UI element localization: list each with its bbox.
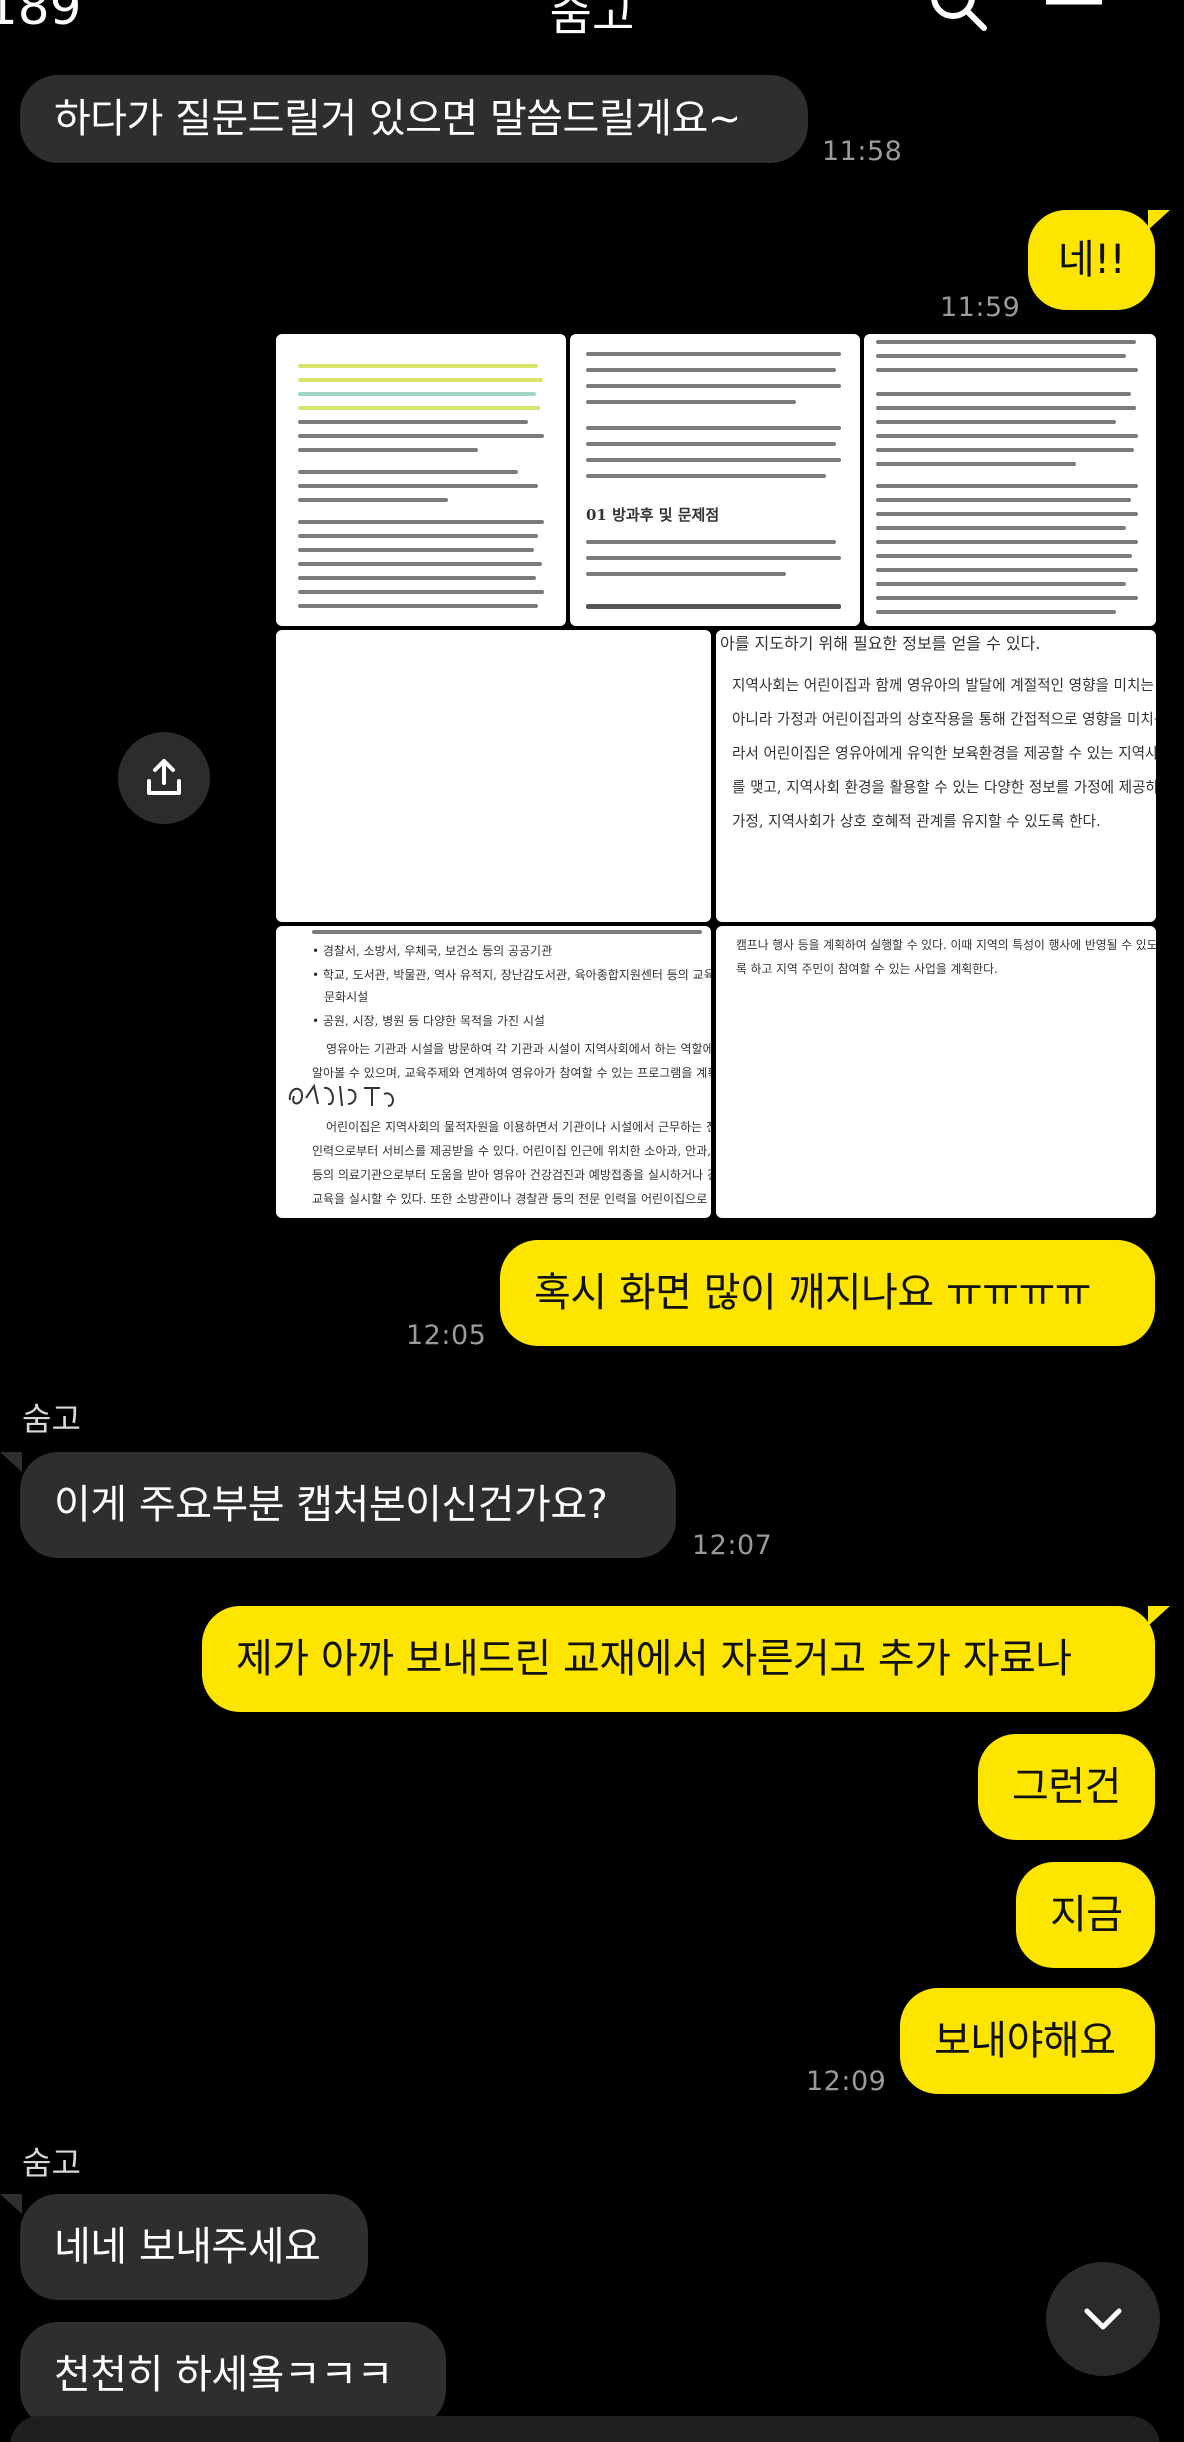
message-text: 혹시 화면 많이 깨지나요 ㅠㅠㅠㅠ — [534, 1270, 1092, 1316]
message-bubble-incoming[interactable]: 네네 보내주세요 — [20, 2194, 368, 2300]
message-time: 11:58 — [822, 136, 903, 167]
message-bubble-outgoing[interactable]: 혹시 화면 많이 깨지나요 ㅠㅠㅠㅠ — [500, 1240, 1155, 1346]
photo-text-line: 교육을 실시할 수 있다. 또한 소방관이나 경찰관 등의 전문 인력을 어린이… — [312, 1192, 711, 1206]
bubble-tail — [1148, 210, 1170, 230]
photo-heading: 01 방과후 및 문제점 — [586, 506, 720, 524]
chat-title: 숨고 — [549, 0, 635, 41]
photo-thumbnail[interactable]: 01 방과후 및 문제점 — [570, 334, 860, 626]
share-icon — [147, 759, 181, 795]
photo-text-line: 가정, 지역사회가 상호 호혜적 관계를 유지할 수 있도록 한다. — [732, 813, 1101, 830]
photo-text-line: 록 하고 지역 주민이 참여할 수 있는 사업을 계획한다. — [736, 962, 998, 976]
search-icon[interactable] — [928, 0, 990, 38]
photo-thumbnail[interactable] — [276, 334, 566, 626]
message-time: 12:05 — [406, 1320, 487, 1351]
photo-thumbnail[interactable] — [276, 630, 711, 922]
photo-text-line: 문화시설 — [324, 990, 369, 1004]
share-button[interactable] — [118, 732, 210, 824]
message-text: 하다가 질문드릴거 있으면 말씀드릴게요~ — [54, 96, 741, 142]
message-text: 그런건 — [1012, 1764, 1121, 1810]
message-time: 11:59 — [940, 292, 1021, 323]
message-bubble-outgoing[interactable]: 그런건 — [978, 1734, 1155, 1840]
photo-thumbnail[interactable]: 아를 지도하기 위해 필요한 정보를 얻을 수 있다. 지역사회는 어린이집과 … — [716, 630, 1156, 922]
photo-text-line: 라서 어린이집은 영유아에게 유익한 보육환경을 제공할 수 있는 지역사회와 … — [732, 745, 1156, 762]
message-text: 제가 아까 보내드린 교재에서 자른거고 추가 자료나 — [236, 1636, 1072, 1682]
message-text: 네!! — [1057, 237, 1126, 283]
photo-thumbnail[interactable]: 캠프나 행사 등을 계획하여 실행할 수 있다. 이때 지역의 특성이 행사에 … — [716, 926, 1156, 1218]
message-time: 12:09 — [806, 2066, 887, 2097]
photo-thumbnail[interactable]: • 경찰서, 소방서, 우체국, 보건소 등의 공공기관 • 학교, 도서관, … — [276, 926, 711, 1218]
photo-text-line: 지역사회는 어린이집과 함께 영유아의 발달에 계절적인 영향을 미치는 환경일… — [732, 677, 1156, 694]
hamburger-menu-icon[interactable] — [1042, 0, 1106, 38]
message-text: 이게 주요부분 캡처본이신건가요? — [54, 1482, 608, 1528]
message-bubble-incoming[interactable]: 천천히 하세욬ㅋㅋㅋ — [20, 2322, 446, 2428]
photo-text-line: 아니라 가정과 어린이집과의 상호작용을 통해 간접적으로 영향을 미치는 환경… — [732, 711, 1156, 728]
photo-thumbnail[interactable] — [864, 334, 1156, 626]
message-bubble-outgoing[interactable]: 지금 — [1016, 1862, 1155, 1968]
message-text: 지금 — [1050, 1892, 1123, 1938]
photo-text-line: 인력으로부터 서비스를 제공받을 수 있다. 어린이집 인근에 위치한 소아과,… — [312, 1144, 711, 1158]
photo-text-line: 캠프나 행사 등을 계획하여 실행할 수 있다. 이때 지역의 특성이 행사에 … — [736, 938, 1156, 952]
bubble-tail — [0, 1452, 22, 1472]
photo-text-line: 어린이집은 지역사회의 물적자원을 이용하면서 기관이나 시설에서 근무하는 전… — [326, 1120, 711, 1134]
message-bubble-outgoing[interactable]: 보내야해요 — [900, 1988, 1155, 2094]
message-text: 네네 보내주세요 — [54, 2224, 321, 2270]
message-time: 12:07 — [692, 1530, 773, 1561]
photo-text-line: • 경찰서, 소방서, 우체국, 보건소 등의 공공기관 — [312, 944, 553, 958]
photo-text-line: • 학교, 도서관, 박물관, 역사 유적지, 장난감도서관, 육아종합지원센터… — [312, 968, 711, 982]
message-bubble-incoming[interactable]: 이게 주요부분 캡처본이신건가요? — [20, 1452, 676, 1558]
bubble-tail — [0, 2194, 22, 2214]
message-bubble-outgoing[interactable]: 네!! — [1028, 210, 1155, 310]
bubble-tail — [1148, 1606, 1170, 1626]
photo-text-line: 아를 지도하기 위해 필요한 정보를 얻을 수 있다. — [720, 634, 1041, 653]
photo-text-line: 영유아는 기관과 시설을 방문하여 각 기관과 시설이 지역사회에서 하는 역할… — [326, 1042, 711, 1056]
sender-name: 숨고 — [22, 2144, 81, 2182]
photo-text-line: • 공원, 시장, 병원 등 다양한 목적을 가진 시설 — [312, 1014, 545, 1028]
photo-text-line: 등의 의료기관으로부터 도움을 받아 영유아 건강검진과 예방접종을 실시하거나… — [312, 1168, 711, 1182]
message-text: 천천히 하세욬ㅋㅋㅋ — [54, 2352, 393, 2398]
message-bubble-incoming[interactable]: 하다가 질문드릴거 있으면 말씀드릴게요~ — [20, 75, 808, 163]
handwriting-annotation — [288, 1083, 394, 1107]
message-input-bar[interactable] — [10, 2416, 1160, 2442]
chevron-down-icon — [1084, 2308, 1122, 2330]
sender-name: 숨고 — [22, 1400, 81, 1438]
scroll-down-button[interactable] — [1046, 2262, 1160, 2376]
message-bubble-outgoing[interactable]: 제가 아까 보내드린 교재에서 자른거고 추가 자료나 — [202, 1606, 1155, 1712]
message-text: 보내야해요 — [934, 2018, 1116, 2064]
photo-text-line: 를 맺고, 지역사회 환경을 활용할 수 있는 다양한 정보를 가정에 제공하여… — [732, 779, 1156, 796]
